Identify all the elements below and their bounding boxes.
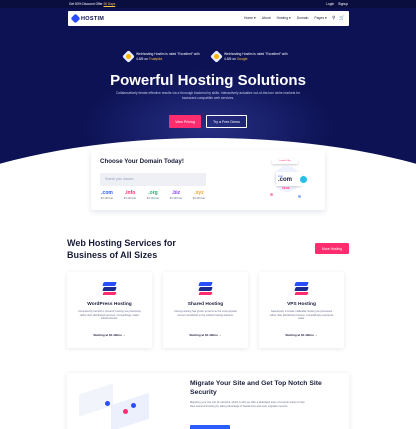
tld-item[interactable]: .info $3.49/Year xyxy=(123,190,137,200)
tld-price: $3.49/Year xyxy=(123,197,137,200)
server-stack-icon xyxy=(198,280,213,295)
tld-list: .com $3.49/Year .info $3.49/Year .org $3… xyxy=(100,190,206,200)
search-icon[interactable]: ⚲ xyxy=(332,15,335,21)
service-description: Competently transform dynamic hosting vi… xyxy=(78,310,141,321)
sparkle-icon xyxy=(270,193,273,196)
service-start-price-link[interactable]: Starting at $1.49/mo → xyxy=(163,333,248,337)
promo-highlight-link[interactable]: 26 Days xyxy=(104,2,116,6)
domain-search-input[interactable]: Search your domain xyxy=(100,173,206,186)
server-stack-icon xyxy=(102,280,117,295)
free-demo-button[interactable]: Try a Free Demo xyxy=(206,115,247,128)
signup-link[interactable]: Signup xyxy=(338,2,348,6)
more-hosting-button[interactable]: More Hosting xyxy=(315,243,349,254)
tld-item[interactable]: .xyz $4.99/Year xyxy=(192,190,206,200)
service-description: Caring Hosting has grown to become the m… xyxy=(174,310,237,317)
login-link[interactable]: Login xyxy=(326,2,334,6)
hero-title: Powerful Hosting Solutions xyxy=(110,72,306,89)
tld-extension: .org xyxy=(148,190,158,196)
menu-item-about[interactable]: About xyxy=(262,16,271,20)
tld-price: $3.49/Year xyxy=(146,197,160,200)
tld-price: $3.49/Year xyxy=(100,197,114,200)
service-name: WordPress Hosting xyxy=(87,302,132,307)
tld-item[interactable]: .biz $3.49/Year xyxy=(169,190,183,200)
site-logo[interactable]: HOSTIM xyxy=(70,13,105,24)
menu-item-hosting[interactable]: Hosting ▾ xyxy=(277,16,291,20)
server-stack-icon xyxy=(294,280,309,295)
limited-offer-tag: Limited Offer xyxy=(272,159,298,164)
service-start-price-link[interactable]: Starting at $1.49/mo → xyxy=(67,333,152,337)
brand-name: HOSTIM xyxy=(81,15,105,22)
award-badge-icon xyxy=(210,50,223,63)
tld-price: $3.49/Year xyxy=(169,197,183,200)
service-card-shared[interactable]: Shared Hosting Caring Hosting has grown … xyxy=(163,272,248,348)
tld-extension: .xyz xyxy=(194,190,204,196)
migration-illustration xyxy=(75,379,155,429)
domain-promo-illustration: Limited Offer Just .com 16.99 xyxy=(268,159,316,201)
service-card-wordpress[interactable]: WordPress Hosting Competently transform … xyxy=(67,272,152,348)
promo-extension: .com xyxy=(278,177,293,183)
logo-icon xyxy=(70,13,81,24)
top-announcement-bar: Get 50% Discount Offer 26 Days Login Sig… xyxy=(0,0,416,8)
migrate-button[interactable] xyxy=(190,425,230,429)
tld-item[interactable]: .org $3.49/Year xyxy=(146,190,160,200)
menu-item-home[interactable]: Home ▾ xyxy=(244,16,256,20)
award-google: Webhosting Hostim is rated "Excellent" w… xyxy=(210,50,292,63)
tld-extension: .com xyxy=(101,190,113,196)
promo-label: Get 50% Discount Offer xyxy=(69,2,103,6)
award-text: Webhosting Hostim is rated "Excellent" w… xyxy=(136,52,200,61)
hero-subtitle: Collaboratively iterate effective result… xyxy=(115,91,301,100)
service-name: Shared Hosting xyxy=(187,302,224,307)
promo-price: 16.99 xyxy=(282,186,290,190)
service-card-vps[interactable]: VPS Hosting Seamlessly innovate malleabl… xyxy=(259,272,344,348)
award-badge-icon xyxy=(122,50,135,63)
service-description: Seamlessly innovate malleable hosting vi… xyxy=(269,310,334,321)
main-navbar: HOSTIM Home ▾ About Hosting ▾ Domain Pag… xyxy=(68,11,349,26)
menu-item-pages[interactable]: Pages ▾ xyxy=(314,16,326,20)
migrate-description: Migrating your site can be stressful, wh… xyxy=(190,401,306,408)
cart-icon[interactable]: 🛒 xyxy=(339,15,345,21)
award-brand[interactable]: Trustpilot xyxy=(149,57,162,61)
services-title: Web Hosting Services for Business of All… xyxy=(67,238,176,260)
tld-extension: .biz xyxy=(171,190,181,196)
tld-price: $4.99/Year xyxy=(192,197,206,200)
award-brand[interactable]: Google xyxy=(237,57,248,61)
sparkle-icon xyxy=(298,195,301,198)
promo-dot xyxy=(300,176,307,183)
service-name: VPS Hosting xyxy=(287,302,316,307)
award-trustpilot: Webhosting Hostim is rated "Excellent" w… xyxy=(122,50,204,63)
service-start-price-link[interactable]: Starting at $1.49/mo → xyxy=(259,333,344,337)
migrate-section-card: Migrate Your Site and Get Top Notch Site… xyxy=(67,373,349,429)
migrate-title: Migrate Your Site and Get Top Notch Site… xyxy=(190,380,322,396)
tld-item[interactable]: .com $3.49/Year xyxy=(100,190,114,200)
domain-title: Choose Your Domain Today! xyxy=(100,158,184,165)
main-menu: Home ▾ About Hosting ▾ Domain Pages ▾ xyxy=(244,16,327,20)
promo-text: Get 50% Discount Offer 26 Days xyxy=(69,2,115,6)
menu-item-domain[interactable]: Domain xyxy=(297,16,309,20)
tld-extension: .info xyxy=(124,190,136,196)
award-text: Webhosting Hostim is rated "Excellent" w… xyxy=(224,52,288,61)
view-pricing-button[interactable]: View Pricing xyxy=(169,115,201,128)
